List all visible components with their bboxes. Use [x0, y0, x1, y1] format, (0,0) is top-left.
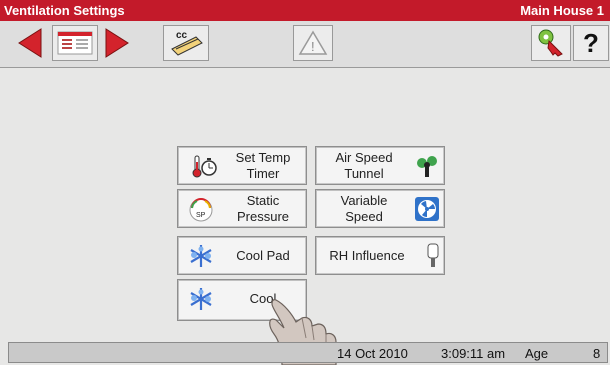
login-button[interactable]	[531, 25, 571, 61]
air-speed-tunnel-label: Air Speed Tunnel	[335, 150, 393, 181]
forward-arrow-icon	[105, 28, 129, 58]
warning-icon: !	[298, 30, 328, 55]
humidity-sensor-icon	[427, 243, 439, 267]
snowflake-icon	[190, 288, 212, 310]
static-pressure-button[interactable]: SP Static Pressure	[177, 189, 307, 228]
copy-settings-button[interactable]: cc	[163, 25, 209, 61]
pressure-gauge-icon: SP	[189, 198, 213, 222]
key-icon	[538, 29, 563, 57]
rh-influence-label: RH Influence	[329, 248, 405, 263]
age-label: Age	[525, 346, 549, 361]
variable-speed-label: Variable Speed	[340, 193, 388, 224]
variable-speed-fan-icon	[415, 197, 439, 221]
snowflake-pad-icon	[190, 245, 212, 267]
page-title: Ventilation Settings	[4, 3, 125, 18]
back-button[interactable]	[13, 25, 47, 61]
set-temp-timer-label: Set Temp Timer	[235, 150, 291, 181]
list-view-icon	[57, 31, 93, 55]
cc-label: cc	[176, 30, 188, 41]
thermometer-timer-icon	[192, 155, 217, 178]
cool-pad-button[interactable]: Cool Pad	[177, 236, 307, 275]
tunnel-fan-icon	[417, 156, 437, 177]
warning-mark: !	[311, 39, 315, 54]
variable-speed-button[interactable]: Variable Speed	[315, 189, 445, 228]
forward-button[interactable]	[100, 25, 134, 61]
help-button[interactable]: ?	[573, 25, 609, 61]
cc-pencil-icon: cc	[171, 30, 203, 56]
help-icon: ?	[583, 27, 599, 58]
status-time: 3:09:11 am	[441, 346, 506, 361]
status-date: 14 Oct 2010	[337, 346, 408, 361]
toolbar: cc ! ?	[0, 21, 610, 68]
status-bar: 14 Oct 2010 3:09:11 am Age 8	[8, 342, 608, 363]
set-temp-timer-button[interactable]: Set Temp Timer	[177, 146, 307, 185]
house-name: Main House 1	[520, 3, 604, 18]
sp-badge: SP	[196, 212, 206, 219]
static-pressure-label: Static Pressure	[236, 193, 290, 224]
title-bar: Ventilation Settings Main House 1	[0, 0, 610, 21]
alarm-button[interactable]: !	[293, 25, 333, 61]
rh-influence-button[interactable]: RH Influence	[315, 236, 445, 275]
cool-pad-label: Cool Pad	[236, 248, 290, 263]
list-view-button[interactable]	[52, 25, 98, 61]
back-arrow-icon	[18, 28, 42, 58]
age-value: 8	[593, 346, 601, 361]
air-speed-tunnel-button[interactable]: Air Speed Tunnel	[315, 146, 445, 185]
